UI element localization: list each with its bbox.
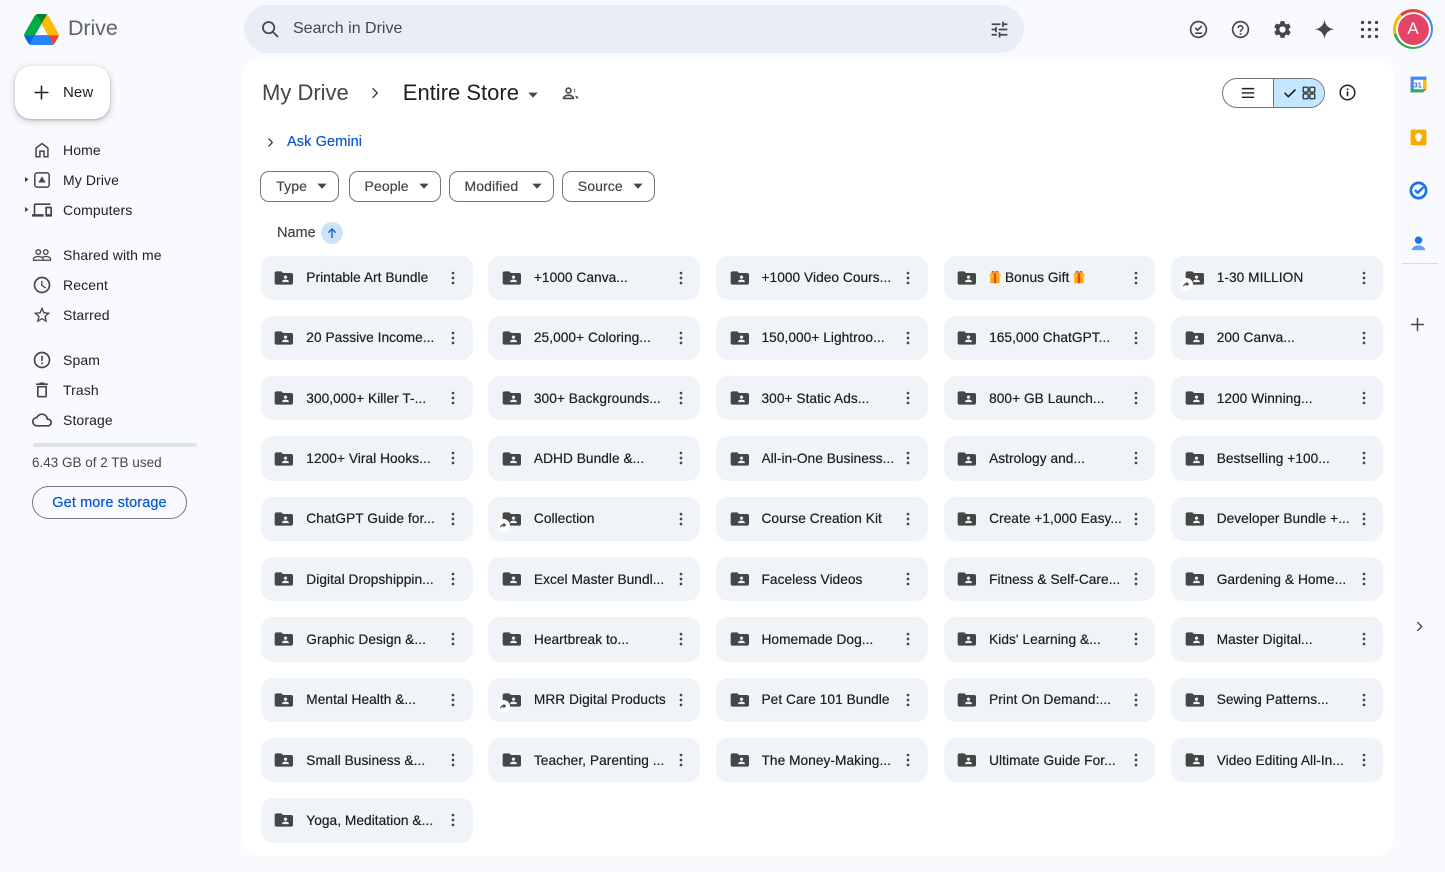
svg-text:31: 31 (1414, 81, 1422, 89)
